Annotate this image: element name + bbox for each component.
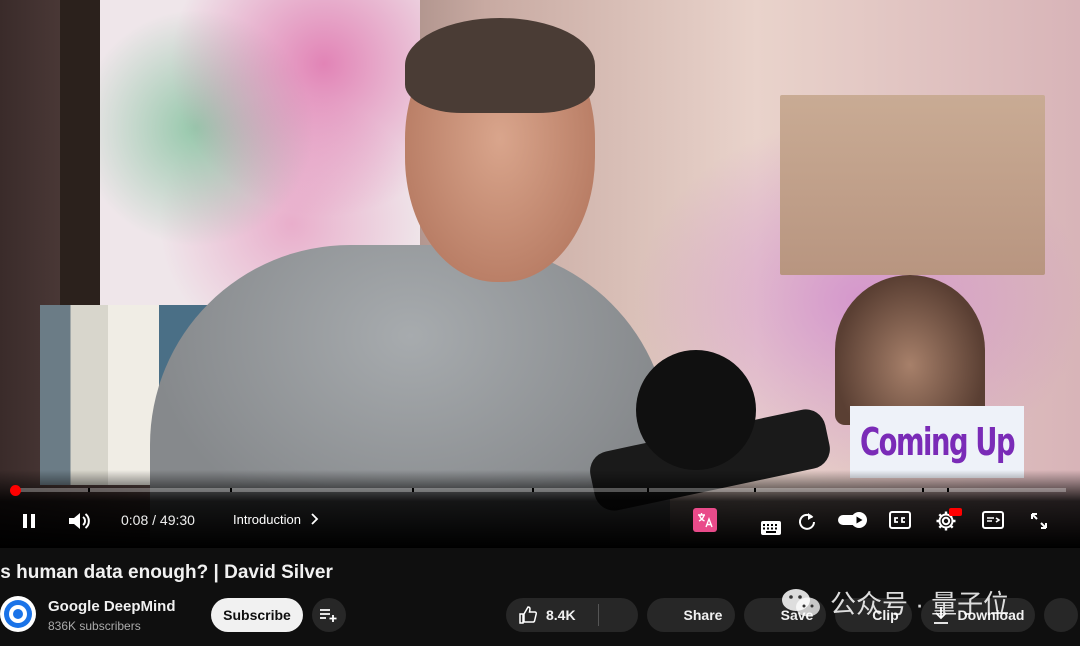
like-dislike-group: 8.4K bbox=[506, 598, 638, 632]
deepmind-logo-icon bbox=[4, 600, 32, 628]
keyboard-button[interactable] bbox=[760, 519, 782, 537]
subscribe-button[interactable]: Subscribe bbox=[211, 598, 303, 632]
translate-icon bbox=[698, 513, 713, 528]
video-title: Is human data enough? | David Silver bbox=[0, 562, 333, 583]
chapter-marker bbox=[88, 488, 90, 492]
player-controls-shade bbox=[0, 470, 1080, 548]
thumb-up-icon bbox=[519, 606, 538, 624]
chapter-title: Introduction bbox=[233, 512, 301, 527]
settings-button[interactable] bbox=[932, 508, 962, 534]
chapter-marker bbox=[754, 488, 756, 492]
speaker-hair bbox=[405, 18, 595, 113]
background-lampshade bbox=[780, 95, 1045, 275]
like-divider bbox=[597, 604, 599, 626]
coming-up-text: Coming Up bbox=[859, 420, 1016, 464]
pause-icon bbox=[23, 514, 35, 528]
miniplayer-icon bbox=[982, 511, 1004, 529]
progress-scrubber[interactable] bbox=[9, 485, 21, 496]
keyboard-icon bbox=[761, 521, 781, 535]
video-frame[interactable]: Coming Up 0:08 / 49:30 Introduction bbox=[0, 0, 1080, 548]
chapter-marker bbox=[922, 488, 924, 492]
chapter-marker bbox=[412, 488, 414, 492]
share-button[interactable]: Share bbox=[647, 598, 735, 632]
like-count: 8.4K bbox=[546, 607, 576, 623]
subscriber-count: 836K subscribers bbox=[48, 619, 141, 633]
autoplay-toggle[interactable] bbox=[837, 510, 869, 530]
progress-bar[interactable] bbox=[12, 488, 1066, 492]
time-total: 49:30 bbox=[159, 512, 195, 528]
background-lamp-base bbox=[835, 275, 985, 425]
volume-icon bbox=[69, 513, 90, 529]
captions-icon bbox=[889, 511, 911, 529]
miniplayer-button[interactable] bbox=[980, 509, 1006, 531]
fullscreen-icon bbox=[1031, 513, 1047, 529]
time-current: 0:08 bbox=[121, 512, 149, 528]
wechat-icon bbox=[782, 588, 820, 616]
wechat-watermark: 公众号 · 量子位 bbox=[780, 584, 1009, 621]
chapter-marker bbox=[947, 488, 949, 492]
translate-button[interactable] bbox=[693, 508, 717, 532]
hd-badge-icon bbox=[949, 508, 962, 516]
chapter-button[interactable]: Introduction bbox=[233, 512, 319, 527]
watermark-text: 公众号 · 量子位 bbox=[830, 589, 1010, 619]
chapter-marker bbox=[532, 488, 534, 492]
channel-name[interactable]: Google DeepMind bbox=[48, 598, 176, 615]
microphone bbox=[636, 350, 756, 470]
chapter-marker bbox=[230, 488, 232, 492]
volume-button[interactable] bbox=[64, 507, 94, 535]
captions-button[interactable] bbox=[887, 509, 913, 531]
more-actions-button[interactable] bbox=[1044, 598, 1078, 632]
replay-icon bbox=[799, 513, 815, 530]
chevron-right-icon bbox=[310, 513, 318, 525]
dislike-button[interactable] bbox=[606, 598, 638, 632]
time-display: 0:08 / 49:30 bbox=[121, 512, 195, 528]
replay-button[interactable] bbox=[795, 509, 819, 533]
coming-up-overlay: Coming Up bbox=[850, 406, 1024, 478]
fullscreen-button[interactable] bbox=[1027, 509, 1051, 533]
chapter-marker bbox=[647, 488, 649, 492]
time-separator: / bbox=[152, 512, 157, 528]
like-button[interactable]: 8.4K bbox=[518, 605, 576, 625]
add-to-playlist-button[interactable] bbox=[312, 598, 346, 632]
pause-button[interactable] bbox=[16, 508, 42, 534]
share-label: Share bbox=[683, 607, 723, 623]
channel-avatar[interactable] bbox=[0, 596, 36, 632]
playlist-add-icon bbox=[320, 609, 337, 622]
autoplay-icon bbox=[838, 512, 867, 528]
